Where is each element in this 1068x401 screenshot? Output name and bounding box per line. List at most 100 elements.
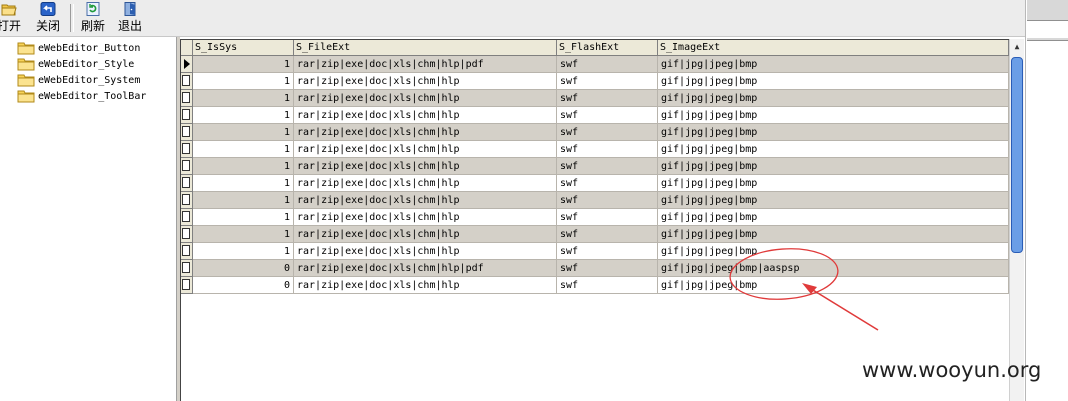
cell-fileext[interactable]: rar|zip|exe|doc|xls|chm|hlp — [294, 90, 557, 107]
scrollbar-thumb[interactable] — [1011, 57, 1023, 253]
row-selector[interactable] — [181, 175, 193, 192]
cell-issys[interactable]: 0 — [193, 277, 294, 294]
close-button[interactable]: 关闭 — [34, 2, 62, 34]
table-row[interactable]: 1 rar|zip|exe|doc|xls|chm|hlp swf gif|jpg|j… — [181, 141, 1009, 158]
cell-flashext[interactable]: swf — [557, 175, 658, 192]
row-selector[interactable] — [181, 73, 193, 90]
tree-item-button[interactable]: eWebEditor_Button — [17, 40, 140, 56]
column-header-fileext[interactable]: S_FileExt — [294, 40, 557, 56]
exit-button[interactable]: 退出 — [116, 2, 144, 34]
cell-issys[interactable]: 1 — [193, 192, 294, 209]
cell-issys[interactable]: 1 — [193, 56, 294, 73]
cell-issys[interactable]: 1 — [193, 90, 294, 107]
tree-item-system[interactable]: eWebEditor_System — [17, 72, 140, 88]
table-row[interactable]: 0 rar|zip|exe|doc|xls|chm|hlp|pdf swf gif|j… — [181, 260, 1009, 277]
cell-fileext[interactable]: rar|zip|exe|doc|xls|chm|hlp|pdf — [294, 56, 557, 73]
cell-issys[interactable]: 1 — [193, 209, 294, 226]
column-header-issys[interactable]: S_IsSys — [193, 40, 294, 56]
row-selector[interactable] — [181, 124, 193, 141]
cell-fileext[interactable]: rar|zip|exe|doc|xls|chm|hlp — [294, 209, 557, 226]
row-selector[interactable] — [181, 226, 193, 243]
cell-flashext[interactable]: swf — [557, 243, 658, 260]
row-selector-box — [182, 194, 190, 205]
cell-issys[interactable]: 1 — [193, 158, 294, 175]
table-row[interactable]: 1 rar|zip|exe|doc|xls|chm|hlp swf gif|jpg|j… — [181, 124, 1009, 141]
cell-imageext[interactable]: gif|jpg|jpeg|bmp — [658, 141, 1009, 158]
cell-imageext[interactable]: gif|jpg|jpeg|bmp — [658, 226, 1009, 243]
cell-flashext[interactable]: swf — [557, 141, 658, 158]
cell-fileext[interactable]: rar|zip|exe|doc|xls|chm|hlp — [294, 192, 557, 209]
table-row[interactable]: 1 rar|zip|exe|doc|xls|chm|hlp swf gif|jpg|j… — [181, 226, 1009, 243]
cell-imageext[interactable]: gif|jpg|jpeg|bmp — [658, 158, 1009, 175]
cell-imageext[interactable]: gif|jpg|jpeg|bmp — [658, 277, 1009, 294]
cell-fileext[interactable]: rar|zip|exe|doc|xls|chm|hlp — [294, 107, 557, 124]
cell-fileext[interactable]: rar|zip|exe|doc|xls|chm|hlp — [294, 158, 557, 175]
cell-flashext[interactable]: swf — [557, 107, 658, 124]
table-row[interactable]: 1 rar|zip|exe|doc|xls|chm|hlp swf gif|jpg|j… — [181, 243, 1009, 260]
cell-fileext[interactable]: rar|zip|exe|doc|xls|chm|hlp — [294, 243, 557, 260]
cell-imageext[interactable]: gif|jpg|jpeg|bmp — [658, 56, 1009, 73]
cell-imageext[interactable]: gif|jpg|jpeg|bmp — [658, 124, 1009, 141]
row-selector[interactable] — [181, 209, 193, 226]
row-selector[interactable] — [181, 158, 193, 175]
cell-issys[interactable]: 1 — [193, 243, 294, 260]
cell-flashext[interactable]: swf — [557, 192, 658, 209]
cell-imageext[interactable]: gif|jpg|jpeg|bmp|aaspsp — [658, 260, 1009, 277]
cell-issys[interactable]: 0 — [193, 260, 294, 277]
row-selector[interactable] — [181, 260, 193, 277]
cell-imageext[interactable]: gif|jpg|jpeg|bmp — [658, 209, 1009, 226]
refresh-button[interactable]: 刷新 — [79, 2, 107, 34]
cell-flashext[interactable]: swf — [557, 124, 658, 141]
cell-flashext[interactable]: swf — [557, 56, 658, 73]
cell-fileext[interactable]: rar|zip|exe|doc|xls|chm|hlp — [294, 141, 557, 158]
cell-imageext[interactable]: gif|jpg|jpeg|bmp — [658, 175, 1009, 192]
cell-issys[interactable]: 1 — [193, 107, 294, 124]
vertical-scrollbar[interactable]: ▲ — [1009, 39, 1024, 401]
column-header-imageext[interactable]: S_ImageExt — [658, 40, 1009, 56]
tree-item-style[interactable]: eWebEditor_Style — [17, 56, 134, 72]
cell-flashext[interactable]: swf — [557, 209, 658, 226]
table-row[interactable]: 1 rar|zip|exe|doc|xls|chm|hlp swf gif|jpg|j… — [181, 175, 1009, 192]
table-row[interactable]: 1 rar|zip|exe|doc|xls|chm|hlp swf gif|jpg|j… — [181, 158, 1009, 175]
cell-flashext[interactable]: swf — [557, 90, 658, 107]
table-row[interactable]: 1 rar|zip|exe|doc|xls|chm|hlp swf gif|jpg|j… — [181, 107, 1009, 124]
cell-imageext[interactable]: gif|jpg|jpeg|bmp — [658, 192, 1009, 209]
cell-fileext[interactable]: rar|zip|exe|doc|xls|chm|hlp — [294, 124, 557, 141]
cell-fileext[interactable]: rar|zip|exe|doc|xls|chm|hlp — [294, 73, 557, 90]
cell-issys[interactable]: 1 — [193, 226, 294, 243]
row-selector[interactable] — [181, 277, 193, 294]
table-row[interactable]: 1 rar|zip|exe|doc|xls|chm|hlp swf gif|jpg|j… — [181, 90, 1009, 107]
table-row[interactable]: 1 rar|zip|exe|doc|xls|chm|hlp|pdf swf gif|j… — [181, 56, 1009, 73]
scroll-up-arrow-icon[interactable]: ▲ — [1010, 39, 1024, 55]
table-row[interactable]: 1 rar|zip|exe|doc|xls|chm|hlp swf gif|jpg|j… — [181, 192, 1009, 209]
cell-flashext[interactable]: swf — [557, 277, 658, 294]
cell-fileext[interactable]: rar|zip|exe|doc|xls|chm|hlp — [294, 175, 557, 192]
cell-issys[interactable]: 1 — [193, 73, 294, 90]
cell-flashext[interactable]: swf — [557, 73, 658, 90]
cell-flashext[interactable]: swf — [557, 226, 658, 243]
current-row-indicator[interactable] — [181, 56, 193, 73]
row-selector[interactable] — [181, 192, 193, 209]
cell-flashext[interactable]: swf — [557, 158, 658, 175]
table-row[interactable]: 1 rar|zip|exe|doc|xls|chm|hlp swf gif|jpg|j… — [181, 73, 1009, 90]
cell-fileext[interactable]: rar|zip|exe|doc|xls|chm|hlp — [294, 226, 557, 243]
cell-fileext[interactable]: rar|zip|exe|doc|xls|chm|hlp|pdf — [294, 260, 557, 277]
cell-issys[interactable]: 1 — [193, 124, 294, 141]
table-row[interactable]: 0 rar|zip|exe|doc|xls|chm|hlp swf gif|jpg|j… — [181, 277, 1009, 294]
cell-flashext[interactable]: swf — [557, 260, 658, 277]
table-row[interactable]: 1 rar|zip|exe|doc|xls|chm|hlp swf gif|jpg|j… — [181, 209, 1009, 226]
open-button[interactable]: 打开 — [0, 2, 24, 34]
tree-item-toolbar[interactable]: eWebEditor_ToolBar — [17, 88, 146, 104]
row-selector[interactable] — [181, 141, 193, 158]
row-selector[interactable] — [181, 107, 193, 124]
cell-imageext[interactable]: gif|jpg|jpeg|bmp — [658, 73, 1009, 90]
row-selector[interactable] — [181, 90, 193, 107]
column-header-flashext[interactable]: S_FlashExt — [557, 40, 658, 56]
cell-issys[interactable]: 1 — [193, 175, 294, 192]
cell-issys[interactable]: 1 — [193, 141, 294, 158]
cell-imageext[interactable]: gif|jpg|jpeg|bmp — [658, 243, 1009, 260]
row-selector[interactable] — [181, 243, 193, 260]
cell-imageext[interactable]: gif|jpg|jpeg|bmp — [658, 107, 1009, 124]
cell-fileext[interactable]: rar|zip|exe|doc|xls|chm|hlp — [294, 277, 557, 294]
cell-imageext[interactable]: gif|jpg|jpeg|bmp — [658, 90, 1009, 107]
